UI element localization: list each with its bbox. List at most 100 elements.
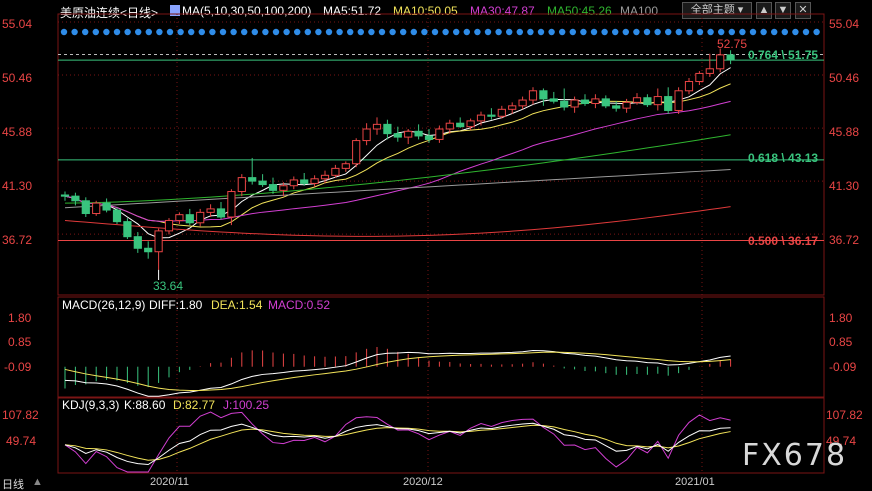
event-dot <box>92 28 100 36</box>
candle-up <box>320 174 330 180</box>
fib-lines <box>58 54 824 242</box>
candle-down <box>456 122 465 128</box>
candle-up <box>372 123 382 130</box>
candle-up <box>632 97 642 103</box>
event-dot <box>368 28 375 36</box>
macd-tick-right: -0.09 <box>829 360 857 374</box>
period-tab[interactable]: 日线 <box>2 476 24 491</box>
price-tick-right: 45.88 <box>829 125 859 139</box>
candle-down <box>185 214 194 224</box>
candle-up <box>175 214 184 221</box>
ma100-line <box>64 169 731 209</box>
candle-up <box>341 163 350 169</box>
event-dot <box>198 28 205 36</box>
candle-up <box>289 179 298 187</box>
event-dot <box>209 28 216 36</box>
event-dot <box>400 28 407 36</box>
event-dot <box>304 28 311 36</box>
event-dot <box>103 28 110 36</box>
candle-down <box>112 209 122 223</box>
event-dot <box>760 28 767 36</box>
candle-down <box>60 194 70 197</box>
event-dot <box>696 28 704 36</box>
candle-up <box>362 128 371 142</box>
candle-down <box>549 98 558 102</box>
candle-up <box>570 99 579 108</box>
candle-up <box>352 140 361 165</box>
event-dot <box>792 28 799 36</box>
price-tick-left: 55.04 <box>2 17 32 31</box>
ma30-line <box>64 100 731 222</box>
event-dot <box>135 28 142 36</box>
price-tick-right: 55.04 <box>829 17 859 31</box>
event-dot <box>262 28 269 36</box>
candle-up <box>466 120 475 128</box>
event-dot <box>145 28 152 36</box>
candle-up <box>674 90 683 111</box>
candle-down <box>258 180 267 186</box>
candle-up <box>206 208 215 213</box>
candle-up <box>445 122 454 130</box>
candle-down <box>383 123 392 135</box>
event-dot <box>516 28 523 36</box>
macd-tick-right: 0.85 <box>829 335 853 349</box>
event-dot <box>378 28 386 36</box>
candle-down <box>414 130 423 137</box>
candle-up <box>591 98 600 105</box>
event-markers <box>60 28 820 36</box>
event-dot <box>272 28 280 36</box>
event-dot <box>728 28 735 36</box>
event-dot <box>527 28 534 36</box>
candle-down <box>216 208 226 218</box>
event-dot <box>749 28 757 36</box>
event-dot <box>60 28 68 36</box>
candle-down <box>612 105 621 109</box>
candle-up <box>435 128 444 140</box>
event-dot <box>590 28 598 36</box>
event-dot <box>612 28 619 36</box>
candle-down <box>664 96 673 111</box>
candle-up <box>227 191 236 218</box>
period-menu-icon[interactable]: ▲ <box>32 476 43 488</box>
kdj-tick-left: 49.74 <box>6 434 36 448</box>
event-dot <box>156 28 163 36</box>
event-dot <box>474 28 481 36</box>
chart-canvas: 55.04 50.46 45.88 41.30 36.72 55.04 50.4… <box>2 13 863 488</box>
candle-down <box>560 100 569 108</box>
candle-up <box>622 101 631 109</box>
event-dot <box>548 28 555 36</box>
ma5-line <box>64 67 731 239</box>
kdj-j-line <box>64 411 731 473</box>
candle-down <box>539 90 548 100</box>
event-dot <box>166 28 174 36</box>
candle-up <box>684 81 694 92</box>
candle-up <box>653 96 662 106</box>
event-dot <box>219 28 227 36</box>
event-dot <box>113 28 121 36</box>
candle-down <box>81 200 90 215</box>
event-dot <box>177 28 184 36</box>
candle-down <box>248 177 257 182</box>
event-dot <box>569 28 576 36</box>
candle-up <box>404 130 413 138</box>
kdj-name: KDJ(9,3,3) <box>62 398 119 412</box>
candle-down <box>71 195 80 202</box>
event-dot <box>315 28 322 36</box>
event-dot <box>781 28 788 36</box>
event-dot <box>82 28 89 36</box>
event-dot <box>771 28 778 36</box>
fib-label-500: 0.500 \ 36.17 <box>748 234 818 248</box>
candle-up <box>716 54 725 70</box>
price-tick-left: 41.30 <box>2 179 32 193</box>
event-dot <box>633 28 640 36</box>
fib-label-618: 0.618 \ 43.13 <box>748 151 818 165</box>
candle-down <box>268 184 278 191</box>
candle-up <box>196 211 205 224</box>
price-tick-right: 50.46 <box>829 71 859 85</box>
price-tick-right: 36.72 <box>829 233 859 247</box>
candle-down <box>144 247 153 253</box>
kdj-panel <box>64 411 731 473</box>
event-dot <box>601 28 608 36</box>
candle-down <box>601 98 610 107</box>
price-tick-left: 45.88 <box>2 125 32 139</box>
